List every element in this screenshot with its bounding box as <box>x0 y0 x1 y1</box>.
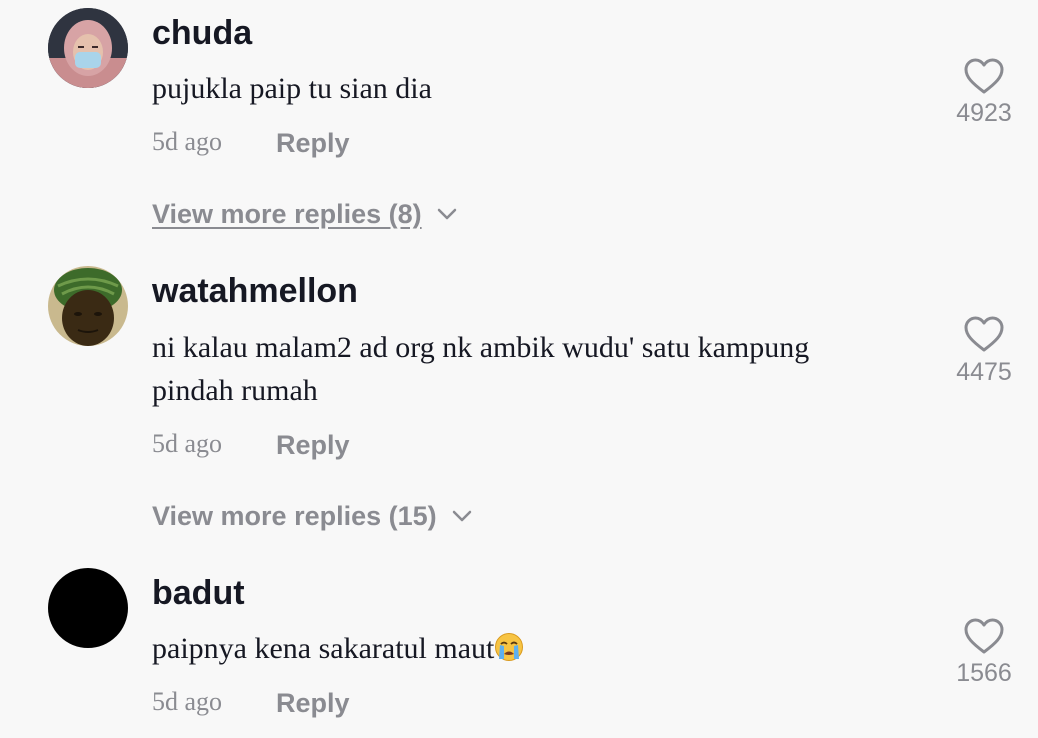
heart-icon <box>964 316 1004 352</box>
username[interactable]: badut <box>152 573 245 613</box>
view-more-replies-button[interactable]: View more replies (8) <box>152 199 458 229</box>
heart-icon <box>964 58 1004 94</box>
timestamp: 5d ago <box>152 127 223 156</box>
comment-text-body: paipnya kena sakaratul maut <box>152 632 495 665</box>
timestamp: 5d ago <box>152 429 223 458</box>
comment-text: pujukla paip tu sian dia <box>152 72 432 105</box>
avatar[interactable] <box>48 266 128 346</box>
username[interactable]: chuda <box>152 13 252 53</box>
avatar-image-icon <box>48 266 128 346</box>
view-more-replies-button[interactable]: View more replies (15) <box>152 501 473 531</box>
like-count: 4475 <box>956 358 1012 386</box>
timestamp: 5d ago <box>152 687 223 716</box>
reply-button[interactable]: Reply <box>276 688 350 718</box>
view-more-replies-label: View more replies (15) <box>152 501 437 531</box>
reply-button[interactable]: Reply <box>276 430 350 460</box>
like-count: 4923 <box>956 99 1012 127</box>
heart-icon <box>964 618 1004 654</box>
chevron-down-icon <box>452 510 471 522</box>
like-button[interactable] <box>962 314 1006 354</box>
reply-button[interactable]: Reply <box>276 128 350 158</box>
chevron-down-icon <box>437 208 456 220</box>
like-count: 1566 <box>956 659 1012 687</box>
avatar-image-icon <box>48 8 128 88</box>
like-button[interactable] <box>962 56 1006 96</box>
comment-text: ni kalau malam2 ad org nk ambik wudu' sa… <box>152 331 810 407</box>
like-button[interactable] <box>962 616 1006 656</box>
avatar[interactable] <box>48 8 128 88</box>
view-more-replies-label: View more replies (8) <box>152 199 422 229</box>
avatar[interactable] <box>48 568 128 648</box>
username[interactable]: watahmellon <box>152 271 358 311</box>
comment-text: paipnya kena sakaratul maut <box>152 627 882 674</box>
crying-face-emoji-icon <box>494 631 524 674</box>
